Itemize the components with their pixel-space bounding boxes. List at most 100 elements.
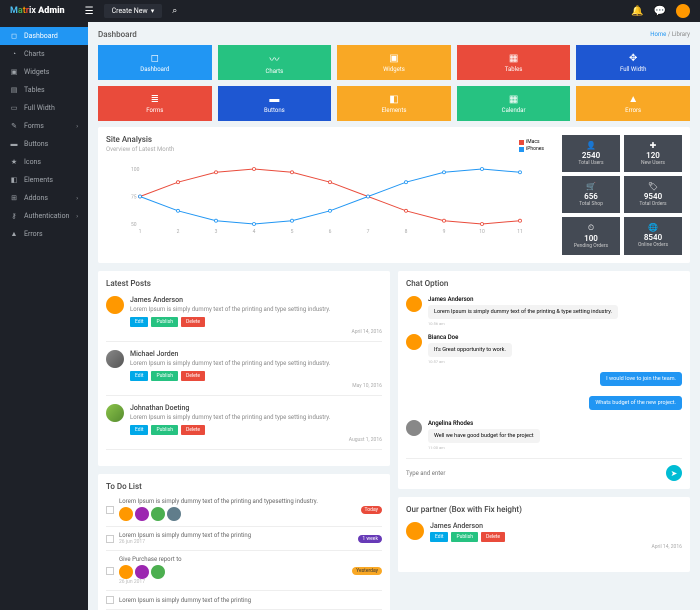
sidebar-item-elements[interactable]: ◧Elements (0, 171, 88, 189)
sidebar-label: Elements (24, 176, 53, 184)
search-icon[interactable]: ⌕ (172, 6, 177, 16)
sidebar-item-charts[interactable]: ◔ Charts (0, 45, 88, 63)
user-avatar[interactable] (676, 4, 690, 18)
svg-text:5: 5 (291, 229, 294, 234)
todo-item: Give Purchase report to26 jun 2017Yester… (106, 551, 382, 591)
stat-icon: 🛒 (564, 182, 618, 191)
edit-button[interactable]: Edit (130, 317, 148, 327)
delete-button[interactable]: Delete (181, 371, 205, 381)
stat-total-shop[interactable]: 🛒656Total Shop (562, 176, 620, 213)
tile-dashboard[interactable]: ◻Dashboard (98, 45, 212, 80)
checkbox[interactable] (106, 567, 114, 575)
avatar (151, 507, 165, 521)
post-item: Johnathan DoetingLorem Ipsum is simply d… (106, 404, 382, 450)
avatar (119, 507, 133, 521)
sidebar-item-full-width[interactable]: ▭Full Width (0, 99, 88, 117)
avatar (167, 507, 181, 521)
sidebar-icon: ▣ (10, 68, 18, 76)
edit-button[interactable]: Edit (430, 532, 448, 542)
sidebar-icon: ▲ (10, 230, 18, 238)
chevron-right-icon: › (76, 213, 78, 220)
breadcrumb-home[interactable]: Home (650, 31, 666, 38)
svg-text:7: 7 (367, 229, 370, 234)
chat-name: Angelina Rhodes (428, 420, 540, 427)
partner-title: Our partner (Box with Fix height) (406, 505, 682, 514)
delete-button[interactable]: Delete (181, 317, 205, 327)
checkbox[interactable] (106, 596, 114, 604)
tile-label: Widgets (383, 66, 405, 73)
sidebar-item-errors[interactable]: ▲Errors (0, 225, 88, 243)
sidebar-item-tables[interactable]: ▤Tables (0, 81, 88, 99)
checkbox[interactable] (106, 535, 114, 543)
todo-item: Lorem Ipsum is simply dummy text of the … (106, 527, 382, 551)
bell-icon[interactable]: 🔔 (631, 6, 643, 17)
chevron-right-icon: › (76, 195, 78, 202)
todo-date: 26 jun 2017 (119, 579, 347, 585)
chat-time: 10:57 am (428, 359, 512, 364)
publish-button[interactable]: Publish (151, 317, 177, 327)
edit-button[interactable]: Edit (130, 371, 148, 381)
tile-tables[interactable]: ▦Tables (457, 45, 571, 80)
edit-button[interactable]: Edit (130, 425, 148, 435)
tile-charts[interactable]: 〰Charts (218, 45, 332, 80)
sidebar-label: Addons (24, 194, 48, 202)
todo-text: Lorem Ipsum is simply dummy text of the … (119, 532, 353, 539)
sidebar-label: Authentication (24, 212, 69, 220)
sidebar-item-icons[interactable]: ★Icons (0, 153, 88, 171)
tile-forms[interactable]: ≣Forms (98, 86, 212, 121)
menu-toggle-icon[interactable]: ☰ (85, 6, 94, 17)
latest-posts-card: Latest Posts James AndersonLorem Ipsum i… (98, 271, 390, 466)
publish-button[interactable]: Publish (151, 425, 177, 435)
tile-buttons[interactable]: ▬Buttons (218, 86, 332, 121)
publish-button[interactable]: Publish (451, 532, 477, 542)
svg-text:6: 6 (329, 229, 332, 234)
chat-icon[interactable]: 💬 (654, 6, 666, 17)
svg-text:3: 3 (215, 229, 218, 234)
create-new-button[interactable]: Create New▾ (104, 4, 163, 18)
chat-input[interactable] (406, 470, 666, 477)
partner-date: April 14, 2016 (430, 544, 682, 550)
sidebar-label: Full Width (24, 104, 55, 112)
tile-elements[interactable]: ◧Elements (337, 86, 451, 121)
publish-button[interactable]: Publish (151, 371, 177, 381)
stat-new-users[interactable]: ✚120New Users (624, 135, 682, 172)
stat-pending-orders[interactable]: ⏲100Pending Orders (562, 217, 620, 255)
svg-text:1: 1 (139, 229, 142, 234)
tile-full-width[interactable]: ✥Full Width (576, 45, 690, 80)
sidebar-item-dashboard[interactable]: ◻Dashboard (0, 27, 88, 45)
sidebar-item-forms[interactable]: ✎Forms› (0, 117, 88, 135)
tile-icon: ≣ (151, 94, 159, 105)
stat-online-orders[interactable]: 🌐8540Online Orders (624, 217, 682, 255)
stat-value: 9540 (626, 192, 680, 201)
page-title: Dashboard (98, 30, 137, 39)
sidebar-icon: ◔ (10, 50, 18, 58)
sidebar-item-authentication[interactable]: ⚷Authentication› (0, 207, 88, 225)
sidebar-item-widgets[interactable]: ▣Widgets (0, 63, 88, 81)
svg-text:100: 100 (131, 167, 140, 173)
tile-errors[interactable]: ▲Errors (576, 86, 690, 121)
avatar (119, 565, 133, 579)
partner-card: Our partner (Box with Fix height) James … (398, 497, 690, 572)
post-text: Lorem Ipsum is simply dummy text of the … (130, 414, 382, 421)
sidebar-item-buttons[interactable]: ▬Buttons (0, 135, 88, 153)
stat-total-orders[interactable]: 🏷9540Total Orders (624, 176, 682, 213)
tile-icon: ▲ (628, 94, 638, 105)
checkbox[interactable] (106, 506, 114, 514)
post-item: Michael JordenLorem Ipsum is simply dumm… (106, 350, 382, 396)
todo-title: To Do List (106, 482, 382, 491)
delete-button[interactable]: Delete (481, 532, 505, 542)
stat-total-users[interactable]: 👤2540Total Users (562, 135, 620, 172)
avatar (406, 334, 422, 350)
sidebar-item-addons[interactable]: ⊞Addons› (0, 189, 88, 207)
post-text: Lorem Ipsum is simply dummy text of the … (130, 360, 382, 367)
tile-icon: ✥ (629, 53, 637, 64)
site-analysis-card: Site Analysis Overview of Latest Month i… (98, 127, 690, 263)
sidebar-label: Charts (24, 50, 45, 58)
svg-text:9: 9 (443, 229, 446, 234)
delete-button[interactable]: Delete (181, 425, 205, 435)
logo[interactable]: Matrix Admin (10, 6, 65, 16)
send-button[interactable]: ➤ (666, 465, 682, 481)
tile-calendar[interactable]: ▦Calendar (457, 86, 571, 121)
tile-widgets[interactable]: ▣Widgets (337, 45, 451, 80)
sidebar-icon: ★ (10, 158, 18, 166)
